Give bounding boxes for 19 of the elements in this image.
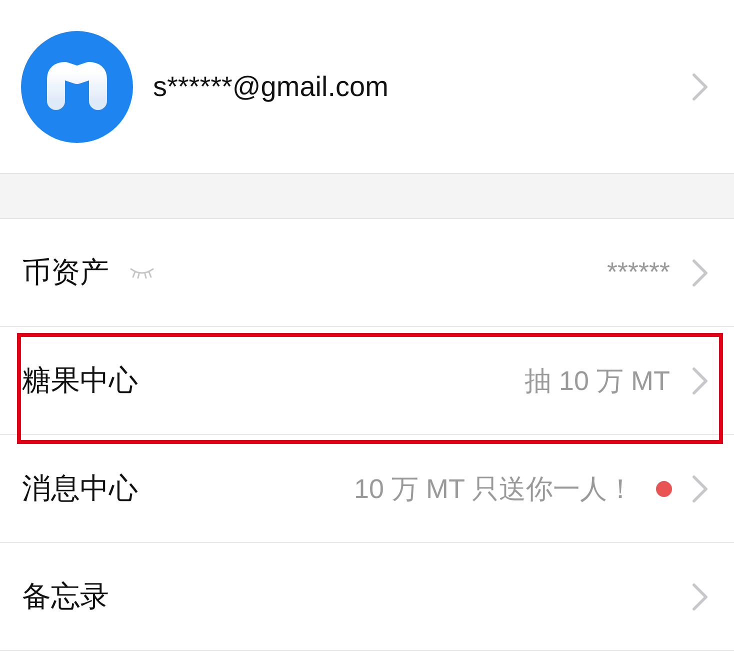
chevron-icon <box>692 258 708 286</box>
avatar-icon <box>21 30 133 142</box>
menu-item[interactable]: 糖果中心 抽 10 万 MT <box>0 327 734 435</box>
menu-item[interactable]: 币资产 ****** <box>0 219 734 327</box>
chevron-icon <box>692 72 708 100</box>
account-email: s******@gmail.com <box>153 70 390 102</box>
menu-value: 10 万 MT 只送你一人！ <box>354 472 634 506</box>
chevron-icon <box>692 366 708 394</box>
chevron-icon <box>692 582 708 610</box>
menu-label: 备忘录 <box>22 580 109 614</box>
menu-label: 糖果中心 <box>22 364 138 398</box>
menu-label: 消息中心 <box>22 472 138 506</box>
chevron-icon <box>692 474 708 502</box>
account-row[interactable]: s******@gmail.com <box>0 0 734 173</box>
menu-item[interactable]: 备忘录 <box>0 543 734 651</box>
menu-item[interactable]: 消息中心 10 万 MT 只送你一人！ <box>0 435 734 543</box>
menu-value: ****** <box>606 257 670 288</box>
menu-label: 币资产 <box>22 256 109 290</box>
menu-value: 抽 10 万 MT <box>524 364 670 398</box>
